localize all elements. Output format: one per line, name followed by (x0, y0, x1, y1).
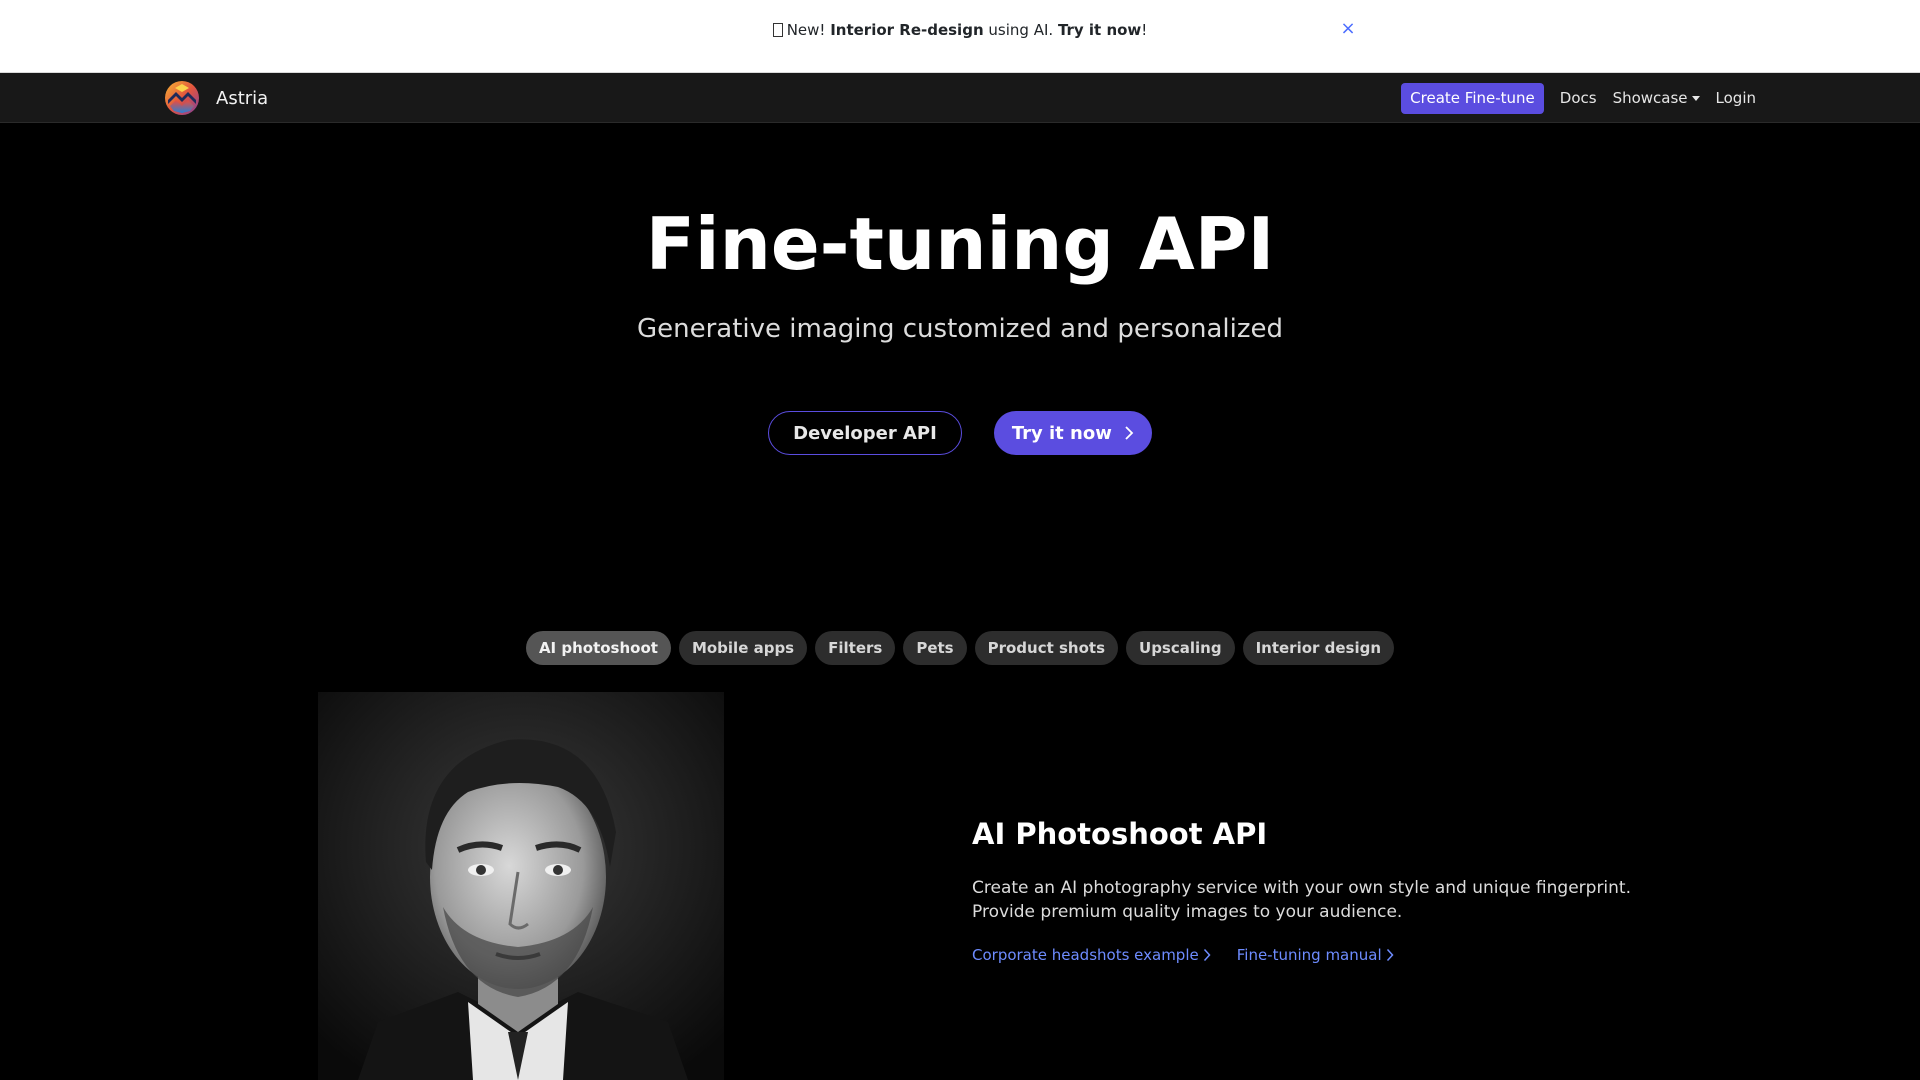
navbar: Astria Create Fine-tune Docs Showcase Lo… (0, 73, 1920, 123)
nav-showcase-label: Showcase (1612, 89, 1688, 107)
tab-mobile-apps[interactable]: Mobile apps (678, 631, 808, 665)
feature-links: Corporate headshots example Fine-tuning … (972, 946, 1394, 964)
brand-link[interactable]: Astria (164, 81, 269, 115)
try-it-now-label: Try it now (1011, 422, 1112, 444)
banner-text: New! Interior Re-design using AI. Try it… (0, 20, 1920, 40)
tab-ai-photoshoot[interactable]: AI photoshoot (525, 631, 671, 665)
category-tabs: AI photoshoot Mobile apps Filters Pets P… (0, 631, 1920, 665)
banner-cta-link[interactable]: Try it now (1058, 21, 1141, 39)
banner-suffix: ! (1141, 21, 1148, 39)
corporate-headshots-link[interactable]: Corporate headshots example (972, 946, 1211, 964)
feature-title: AI Photoshoot API (972, 817, 1268, 851)
chevron-right-icon (1125, 426, 1134, 440)
chevron-right-icon (1203, 948, 1211, 962)
banner-middle: using AI. (988, 21, 1054, 39)
banner-prefix: New! (786, 21, 826, 39)
banner-highlight: Interior Re-design (830, 21, 984, 39)
create-fine-tune-button[interactable]: Create Fine-tune (1401, 82, 1544, 114)
tab-pets[interactable]: Pets (903, 631, 967, 665)
fine-tuning-manual-label: Fine-tuning manual (1236, 946, 1382, 964)
announcement-banner: New! Interior Re-design using AI. Try it… (0, 0, 1920, 73)
nav-links: Create Fine-tune Docs Showcase Login (1401, 82, 1756, 114)
close-icon[interactable]: × (1338, 19, 1358, 39)
corporate-headshots-label: Corporate headshots example (972, 946, 1199, 964)
hero-buttons: Developer API Try it now (0, 411, 1920, 455)
developer-api-label: Developer API (793, 422, 937, 444)
nav-login-link[interactable]: Login (1716, 89, 1756, 107)
tab-upscaling[interactable]: Upscaling (1126, 631, 1235, 665)
tab-filters[interactable]: Filters (815, 631, 896, 665)
astria-logo-icon (165, 81, 199, 115)
hero-title: Fine-tuning API (645, 202, 1275, 286)
brand-name: Astria (216, 87, 269, 109)
tab-product-shots[interactable]: Product shots (974, 631, 1119, 665)
portrait-illustration (318, 692, 724, 1080)
nav-showcase-dropdown[interactable]: Showcase (1613, 89, 1700, 107)
nav-docs-label: Docs (1559, 89, 1597, 107)
hero-subtitle: Generative imaging customized and person… (637, 314, 1283, 344)
chevron-down-icon (1691, 95, 1700, 101)
nav-login-label: Login (1715, 89, 1756, 107)
portrait-image (318, 692, 724, 1080)
chevron-right-icon (1386, 948, 1394, 962)
nav-docs-link[interactable]: Docs (1560, 89, 1597, 107)
fine-tuning-manual-link[interactable]: Fine-tuning manual (1237, 946, 1394, 964)
tab-interior-design[interactable]: Interior design (1242, 631, 1395, 665)
try-it-now-button[interactable]: Try it now (993, 411, 1152, 455)
developer-api-button[interactable]: Developer API (768, 411, 962, 455)
feature-description: Create an AI photography service with yo… (972, 878, 1631, 922)
sparkle-icon (772, 23, 783, 37)
